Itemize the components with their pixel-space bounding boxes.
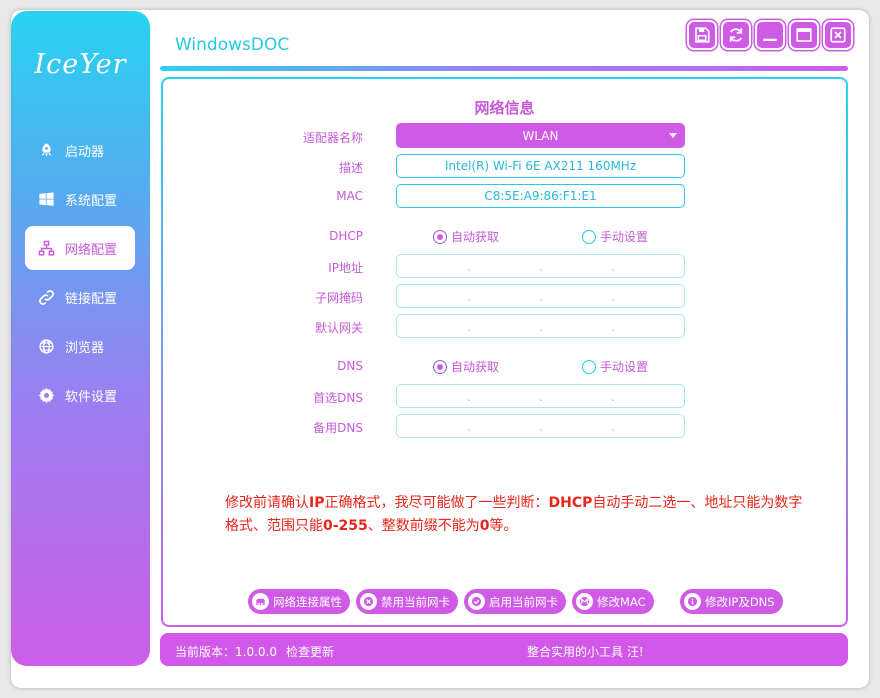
adapter-label: 适配器名称 [302,131,363,145]
modify-ip-dns-button[interactable]: 修改IP及DNS [680,589,783,614]
sidebar-item-links[interactable]: 链接配置 [25,275,135,319]
app-title: WindowsDOC [175,35,290,55]
dhcp-auto-radio[interactable]: 自动获取 [433,228,499,245]
mac-field[interactable]: C8:5E:A9:86:F1:E1 [396,184,685,208]
close-button[interactable] [823,20,853,50]
link-icon [35,287,57,307]
modify-mac-button[interactable]: 修改MAC [572,589,654,614]
octet-separator: . [467,320,471,334]
rocket-icon [35,140,57,160]
adapter-select[interactable]: WLAN [396,123,685,148]
octet-separator: . [539,290,543,304]
mac-label: MAC [336,189,363,203]
minimize-icon [763,38,777,41]
dns1-label: 首选DNS [313,391,363,405]
network-icon [35,238,57,258]
disable-icon [360,593,377,610]
header-divider [160,66,848,71]
sidebar-item-label: 链接配置 [65,291,118,307]
gateway-label: 默认网关 [314,321,363,335]
minimize-button[interactable] [755,20,785,50]
ethernet-icon [252,593,269,610]
octet-separator: . [611,290,615,304]
octet-separator: . [539,390,543,404]
sidebar: IceYer 启动器 系统配置 网络配置 链接配置 浏览器 软件设置 [11,11,150,666]
octet-separator: . [539,320,543,334]
mask-label: 子网掩码 [314,291,363,305]
ip-label: IP地址 [328,261,363,275]
radio-checked-icon [433,229,447,244]
mac-icon [576,593,593,610]
save-icon [695,27,710,43]
sidebar-item-label: 浏览器 [65,340,105,356]
slogan-text: 整合实用的小工具 汪! [527,645,644,659]
octet-separator: . [467,420,471,434]
octet-separator: . [539,420,543,434]
gateway-field[interactable]: ... [396,314,685,338]
octet-separator: . [611,320,615,334]
globe-icon [35,336,57,356]
windows-icon [35,189,57,209]
desc-value: Intel(R) Wi-Fi 6E AX211 160MHz [444,159,637,173]
dns2-field[interactable]: ... [396,414,685,438]
octet-separator: . [467,290,471,304]
sidebar-item-network[interactable]: 网络配置 [25,226,135,270]
octet-separator: . [611,390,615,404]
sidebar-item-launcher[interactable]: 启动器 [25,128,135,172]
status-bar: 当前版本：1.0.0.0 检查更新 整合实用的小工具 汪! [160,633,848,666]
chevron-down-icon [669,133,677,138]
mac-value: C8:5E:A9:86:F1:E1 [484,189,597,203]
dns2-label: 备用DNS [313,421,363,435]
sidebar-item-label: 软件设置 [65,389,118,405]
network-panel: 网络信息 适配器名称 WLAN 描述 Intel(R) Wi-Fi 6E AX2… [161,77,848,627]
octet-separator: . [467,260,471,274]
octet-separator: . [467,390,471,404]
sidebar-item-label: 系统配置 [65,193,118,209]
octet-separator: . [611,420,615,434]
disable-adapter-button[interactable]: 禁用当前网卡 [356,589,458,614]
octet-separator: . [539,260,543,274]
desc-label: 描述 [338,161,363,175]
dns-manual-radio[interactable]: 手动设置 [582,358,648,375]
check-update-link[interactable]: 检查更新 [286,643,334,660]
desc-field[interactable]: Intel(R) Wi-Fi 6E AX211 160MHz [396,154,685,178]
refresh-button[interactable] [721,20,751,50]
dns1-field[interactable]: ... [396,384,685,408]
app-logo: IceYer [34,49,127,80]
mask-field[interactable]: ... [396,284,685,308]
sidebar-item-settings[interactable]: 软件设置 [25,373,135,417]
info-icon [684,593,701,610]
gear-icon [35,385,57,405]
sidebar-item-label: 启动器 [65,144,105,160]
ip-field[interactable]: ... [396,254,685,278]
warning-notice: 修改前请确认IP正确格式，我尽可能做了一些判断：DHCP自动手动二选一、地址只能… [225,495,803,534]
panel-title: 网络信息 [474,99,535,117]
dhcp-auto-label: 自动获取 [451,230,500,244]
sidebar-item-system[interactable]: 系统配置 [25,177,135,221]
sidebar-item-browser[interactable]: 浏览器 [25,324,135,368]
radio-checked-icon [433,359,447,374]
dhcp-label: DHCP [329,229,363,243]
enable-adapter-button[interactable]: 启用当前网卡 [464,589,566,614]
version-text: 当前版本：1.0.0.0 [175,645,277,659]
radio-unchecked-icon [582,359,596,374]
sidebar-item-label: 网络配置 [65,242,118,258]
maximize-button[interactable] [789,20,819,50]
dhcp-manual-radio[interactable]: 手动设置 [582,228,648,245]
check-icon [468,593,485,610]
dns-auto-label: 自动获取 [451,360,500,374]
adapter-value: WLAN [522,128,559,143]
save-button[interactable] [687,20,717,50]
network-properties-button[interactable]: 网络连接属性 [248,589,350,614]
octet-separator: . [611,260,615,274]
maximize-icon [796,28,812,42]
refresh-icon [729,28,743,42]
dns-auto-radio[interactable]: 自动获取 [433,358,499,375]
close-icon [830,27,846,43]
dhcp-manual-label: 手动设置 [600,230,649,244]
dns-label: DNS [337,359,363,373]
radio-unchecked-icon [582,229,596,244]
dns-manual-label: 手动设置 [600,360,649,374]
